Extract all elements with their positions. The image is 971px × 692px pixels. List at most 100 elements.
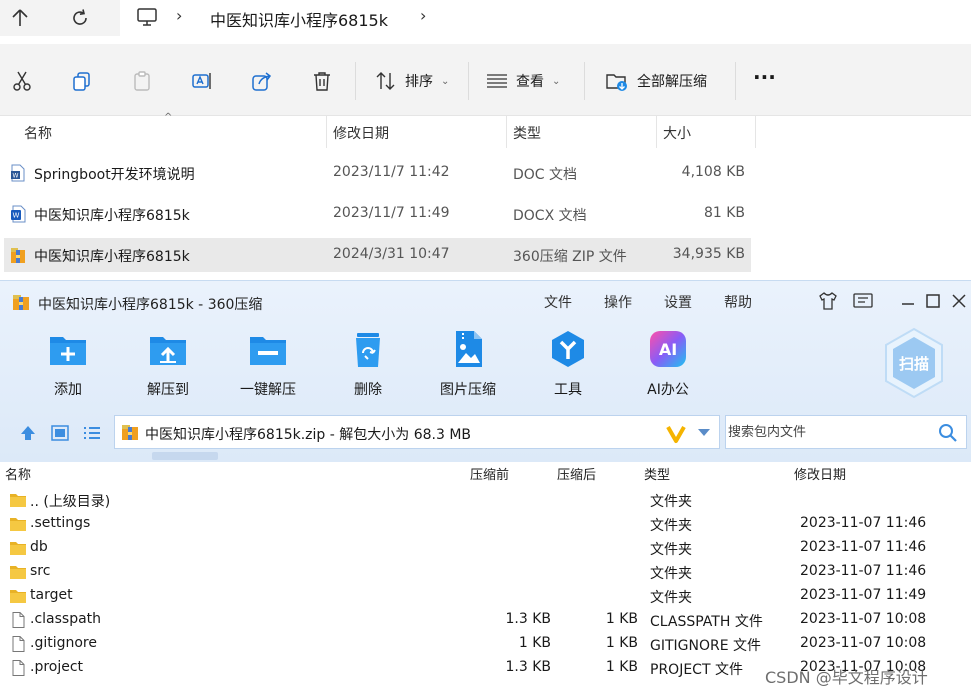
menu-settings[interactable]: 设置 (664, 292, 692, 312)
file-row[interactable]: W Springboot开发环境说明 2023/11/7 11:42 DOC 文… (4, 156, 751, 190)
copy-icon[interactable] (71, 70, 93, 92)
dropdown-caret-icon[interactable] (697, 428, 711, 438)
zip-column-type[interactable]: 类型 (644, 464, 670, 483)
file-icon (12, 660, 25, 676)
archive-item-type: 文件夹 (650, 566, 692, 582)
zip-column-modified[interactable]: 修改日期 (794, 464, 846, 483)
computer-icon[interactable] (136, 6, 158, 28)
list-view-icon[interactable] (82, 423, 102, 443)
share-icon[interactable] (251, 70, 273, 92)
up-arrow-icon[interactable] (8, 6, 32, 30)
chevron-right-icon[interactable]: › (420, 6, 426, 25)
more-options-button[interactable]: ··· (753, 64, 776, 90)
file-name: 中医知识库小程序6815k (34, 249, 190, 265)
column-divider[interactable] (755, 116, 756, 148)
zip-column-before[interactable]: 压缩前 (470, 464, 509, 483)
file-size: 34,935 KB (672, 246, 745, 262)
column-name[interactable]: 名称 (24, 123, 52, 143)
extract-to-label: 解压到 (147, 382, 189, 398)
view-label: 查看 (516, 74, 544, 90)
archive-item-type: GITIGNORE 文件 (650, 638, 762, 654)
cut-icon[interactable] (11, 70, 33, 92)
search-icon[interactable] (938, 423, 958, 443)
archive-item-type: 文件夹 (650, 542, 692, 558)
archive-path-bar[interactable]: 中医知识库小程序6815k.zip - 解包大小为 68.3 MB (114, 415, 720, 449)
archive-item-name: .gitignore (30, 635, 97, 651)
zip-archive-icon (11, 248, 25, 263)
one-click-extract-icon (250, 337, 286, 365)
archive-item-modified: 2023-11-07 10:08 (800, 611, 927, 627)
folder-icon (10, 566, 26, 579)
zip-header: 中医知识库小程序6815k - 360压缩 文件 操作 设置 帮助 添加 解压到… (0, 280, 971, 462)
refresh-icon[interactable] (68, 6, 92, 30)
view-button[interactable]: 查看 ⌄ (486, 68, 560, 94)
ai-badge-text: AI (659, 340, 677, 359)
file-row-selected[interactable]: 中医知识库小程序6815k 2024/3/31 10:47 360压缩 ZIP … (4, 238, 751, 272)
file-type: 360压缩 ZIP 文件 (513, 249, 627, 265)
archive-row[interactable]: target 文件夹 2023-11-07 11:49 (0, 584, 971, 608)
breadcrumb-folder[interactable]: 中医知识库小程序6815k (210, 7, 388, 31)
navigate-up-icon[interactable] (18, 423, 38, 443)
recycle-bin-icon (356, 333, 380, 367)
svg-text:W: W (13, 212, 20, 220)
archive-item-modified: 2023-11-07 11:46 (800, 563, 927, 579)
add-button[interactable]: 添加 (28, 329, 108, 401)
csdn-watermark: CSDN @毕文程序设计 (765, 668, 928, 687)
menu-help[interactable]: 帮助 (724, 292, 752, 312)
chevron-right-icon: › (176, 6, 183, 25)
rename-icon[interactable] (191, 70, 213, 92)
zip-column-after[interactable]: 压缩后 (557, 464, 596, 483)
column-type[interactable]: 类型 (513, 123, 541, 143)
file-type: DOC 文档 (513, 167, 578, 183)
file-icon (12, 612, 25, 628)
scan-button[interactable]: 扫描 (882, 327, 946, 399)
archive-row[interactable]: .classpath 1.3 KB 1 KB CLASSPATH 文件 2023… (0, 608, 971, 632)
delete-icon[interactable] (311, 70, 333, 92)
archive-row[interactable]: .settings 文件夹 2023-11-07 11:46 (0, 512, 971, 536)
column-divider[interactable] (506, 116, 507, 148)
ai-office-icon: AI (650, 331, 686, 367)
v-check-icon[interactable] (665, 422, 687, 444)
archive-row[interactable]: .gitignore 1 KB 1 KB GITIGNORE 文件 2023-1… (0, 632, 971, 656)
archive-item-before: 1.3 KB (505, 611, 552, 627)
menu-operate[interactable]: 操作 (604, 292, 632, 312)
paste-icon[interactable] (131, 70, 153, 92)
archive-item-type: 文件夹 (650, 494, 692, 510)
add-label: 添加 (54, 382, 82, 398)
column-size[interactable]: 大小 (663, 123, 691, 143)
zip-column-name[interactable]: 名称 (5, 464, 31, 483)
column-divider[interactable] (656, 116, 657, 148)
extract-to-button[interactable]: 解压到 (128, 329, 208, 401)
menu-file[interactable]: 文件 (544, 292, 572, 312)
archive-row[interactable]: src 文件夹 2023-11-07 11:46 (0, 560, 971, 584)
scan-label: 扫描 (899, 355, 929, 373)
thumbnail-view-icon[interactable] (50, 423, 70, 443)
minimize-icon[interactable] (897, 290, 919, 312)
archive-row[interactable]: db 文件夹 2023-11-07 11:46 (0, 536, 971, 560)
tools-hexagon-icon (552, 331, 584, 367)
scroll-thumb[interactable] (152, 452, 218, 460)
image-compress-button[interactable]: 图片压缩 (428, 329, 508, 401)
column-divider[interactable] (326, 116, 327, 148)
archive-item-type: PROJECT 文件 (650, 662, 743, 678)
extract-all-button[interactable]: 全部解压缩 (605, 68, 707, 94)
one-click-extract-button[interactable]: 一键解压 (228, 329, 308, 401)
archive-row[interactable]: .. (上级目录) 文件夹 (0, 488, 971, 512)
maximize-icon[interactable] (922, 290, 944, 312)
file-row[interactable]: W 中医知识库小程序6815k 2023/11/7 11:49 DOCX 文档 … (4, 197, 751, 231)
column-modified[interactable]: 修改日期 (333, 123, 389, 143)
breadcrumb[interactable]: › 中医知识库小程序6815k › (120, 0, 971, 36)
archive-item-name: .project (30, 659, 84, 675)
archive-search-input[interactable] (728, 422, 928, 442)
archive-item-name: db (30, 539, 48, 555)
tools-button[interactable]: 工具 (528, 329, 608, 401)
ai-office-button[interactable]: AI AI办公 (628, 329, 708, 401)
feedback-icon[interactable] (852, 290, 874, 312)
archive-search[interactable] (725, 415, 967, 449)
sort-button[interactable]: 排序 ⌄ (375, 68, 449, 94)
delete-button[interactable]: 删除 (328, 329, 408, 401)
archive-item-before: 1 KB (518, 635, 551, 651)
file-modified: 2023/11/7 11:49 (333, 205, 450, 221)
close-icon[interactable] (948, 290, 970, 312)
skin-shirt-icon[interactable] (817, 290, 839, 312)
